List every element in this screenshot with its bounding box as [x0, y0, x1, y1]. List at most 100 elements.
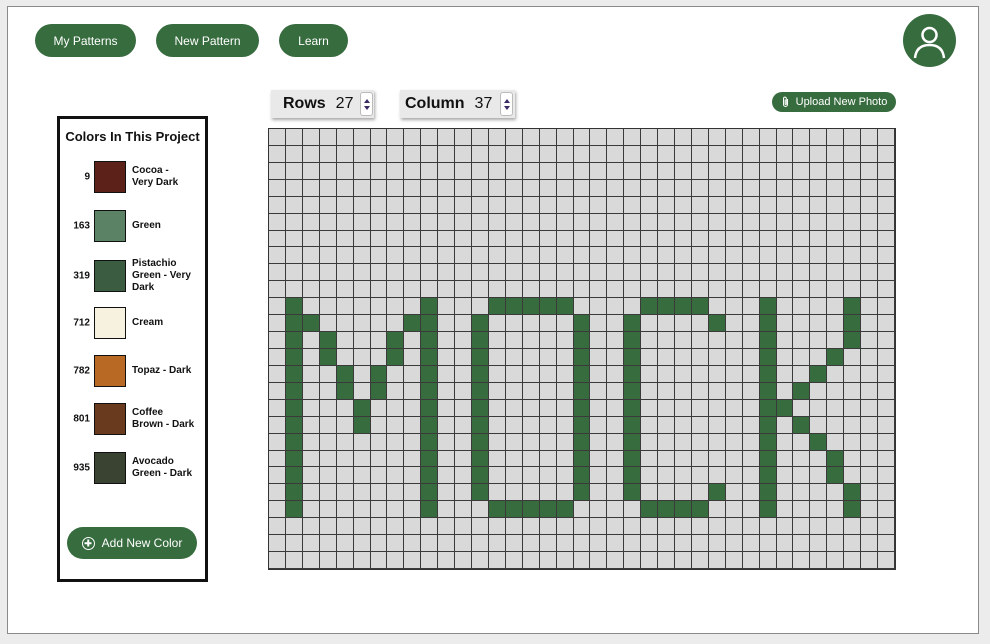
grid-cell[interactable]	[302, 484, 320, 502]
grid-cell[interactable]	[302, 535, 320, 553]
color-swatch[interactable]	[94, 307, 126, 339]
grid-cell[interactable]	[607, 535, 625, 553]
grid-cell[interactable]	[522, 399, 540, 417]
grid-cell[interactable]	[319, 162, 337, 180]
grid-cell[interactable]	[522, 179, 540, 197]
grid-cell[interactable]	[353, 281, 371, 299]
grid-cell[interactable]	[285, 552, 303, 569]
grid-cell[interactable]	[472, 162, 489, 180]
grid-cell[interactable]	[725, 315, 743, 333]
grid-cell[interactable]	[455, 247, 473, 265]
grid-cell[interactable]	[455, 281, 473, 299]
grid-cell[interactable]	[370, 518, 388, 536]
grid-cell[interactable]	[370, 213, 388, 231]
grid-cell[interactable]	[488, 450, 506, 468]
grid-cell[interactable]	[370, 162, 388, 180]
grid-cell[interactable]	[691, 196, 709, 214]
grid-cell[interactable]	[793, 535, 811, 553]
grid-cell[interactable]	[641, 129, 659, 146]
grid-cell[interactable]	[505, 552, 523, 569]
grid-cell[interactable]	[404, 433, 422, 451]
grid-cell[interactable]	[624, 450, 642, 468]
grid-cell[interactable]	[387, 145, 405, 163]
grid-cell[interactable]	[319, 518, 337, 536]
grid-cell[interactable]	[708, 535, 726, 553]
grid-cell[interactable]	[793, 196, 811, 214]
grid-cell[interactable]	[539, 484, 557, 502]
grid-cell[interactable]	[641, 433, 659, 451]
grid-cell[interactable]	[573, 552, 591, 569]
grid-cell[interactable]	[675, 213, 692, 231]
grid-cell[interactable]	[573, 281, 591, 299]
grid-cell[interactable]	[827, 348, 845, 366]
grid-cell[interactable]	[708, 213, 726, 231]
grid-cell[interactable]	[742, 179, 760, 197]
grid-cell[interactable]	[319, 230, 337, 248]
grid-cell[interactable]	[725, 213, 743, 231]
grid-cell[interactable]	[269, 416, 286, 434]
grid-cell[interactable]	[302, 467, 320, 485]
grid-cell[interactable]	[708, 365, 726, 383]
grid-cell[interactable]	[624, 484, 642, 502]
grid-cell[interactable]	[285, 450, 303, 468]
grid-cell[interactable]	[505, 247, 523, 265]
grid-cell[interactable]	[573, 501, 591, 519]
grid-cell[interactable]	[861, 129, 879, 146]
grid-cell[interactable]	[624, 230, 642, 248]
grid-cell[interactable]	[624, 162, 642, 180]
grid-cell[interactable]	[658, 433, 676, 451]
grid-cell[interactable]	[285, 535, 303, 553]
grid-cell[interactable]	[556, 501, 574, 519]
grid-cell[interactable]	[878, 247, 895, 265]
grid-cell[interactable]	[573, 298, 591, 316]
increment-arrow-icon[interactable]	[363, 98, 370, 103]
grid-cell[interactable]	[844, 129, 862, 146]
grid-cell[interactable]	[590, 129, 608, 146]
color-swatch[interactable]	[94, 260, 126, 292]
grid-cell[interactable]	[725, 365, 743, 383]
grid-cell[interactable]	[522, 230, 540, 248]
grid-cell[interactable]	[607, 467, 625, 485]
grid-cell[interactable]	[590, 382, 608, 400]
grid-cell[interactable]	[539, 281, 557, 299]
grid-cell[interactable]	[590, 281, 608, 299]
grid-cell[interactable]	[590, 552, 608, 569]
grid-cell[interactable]	[472, 382, 489, 400]
grid-cell[interactable]	[302, 518, 320, 536]
grid-cell[interactable]	[404, 501, 422, 519]
grid-cell[interactable]	[624, 535, 642, 553]
grid-cell[interactable]	[742, 230, 760, 248]
grid-cell[interactable]	[302, 365, 320, 383]
grid-cell[interactable]	[691, 247, 709, 265]
grid-cell[interactable]	[387, 247, 405, 265]
grid-cell[interactable]	[472, 416, 489, 434]
grid-cell[interactable]	[522, 298, 540, 316]
grid-cell[interactable]	[624, 348, 642, 366]
grid-cell[interactable]	[488, 484, 506, 502]
grid-cell[interactable]	[861, 247, 879, 265]
grid-cell[interactable]	[438, 450, 456, 468]
grid-cell[interactable]	[556, 518, 574, 536]
grid-cell[interactable]	[725, 518, 743, 536]
grid-cell[interactable]	[776, 416, 794, 434]
grid-cell[interactable]	[269, 501, 286, 519]
grid-cell[interactable]	[742, 315, 760, 333]
grid-cell[interactable]	[607, 230, 625, 248]
grid-cell[interactable]	[319, 145, 337, 163]
grid-cell[interactable]	[285, 348, 303, 366]
grid-cell[interactable]	[556, 281, 574, 299]
grid-cell[interactable]	[861, 399, 879, 417]
grid-cell[interactable]	[421, 315, 439, 333]
grid-cell[interactable]	[336, 535, 354, 553]
grid-cell[interactable]	[387, 179, 405, 197]
grid-cell[interactable]	[590, 535, 608, 553]
color-swatch[interactable]	[94, 210, 126, 242]
grid-cell[interactable]	[624, 247, 642, 265]
grid-cell[interactable]	[539, 433, 557, 451]
grid-cell[interactable]	[861, 416, 879, 434]
grid-cell[interactable]	[691, 399, 709, 417]
grid-cell[interactable]	[336, 213, 354, 231]
grid-cell[interactable]	[861, 179, 879, 197]
color-swatch[interactable]	[94, 403, 126, 435]
grid-cell[interactable]	[658, 315, 676, 333]
